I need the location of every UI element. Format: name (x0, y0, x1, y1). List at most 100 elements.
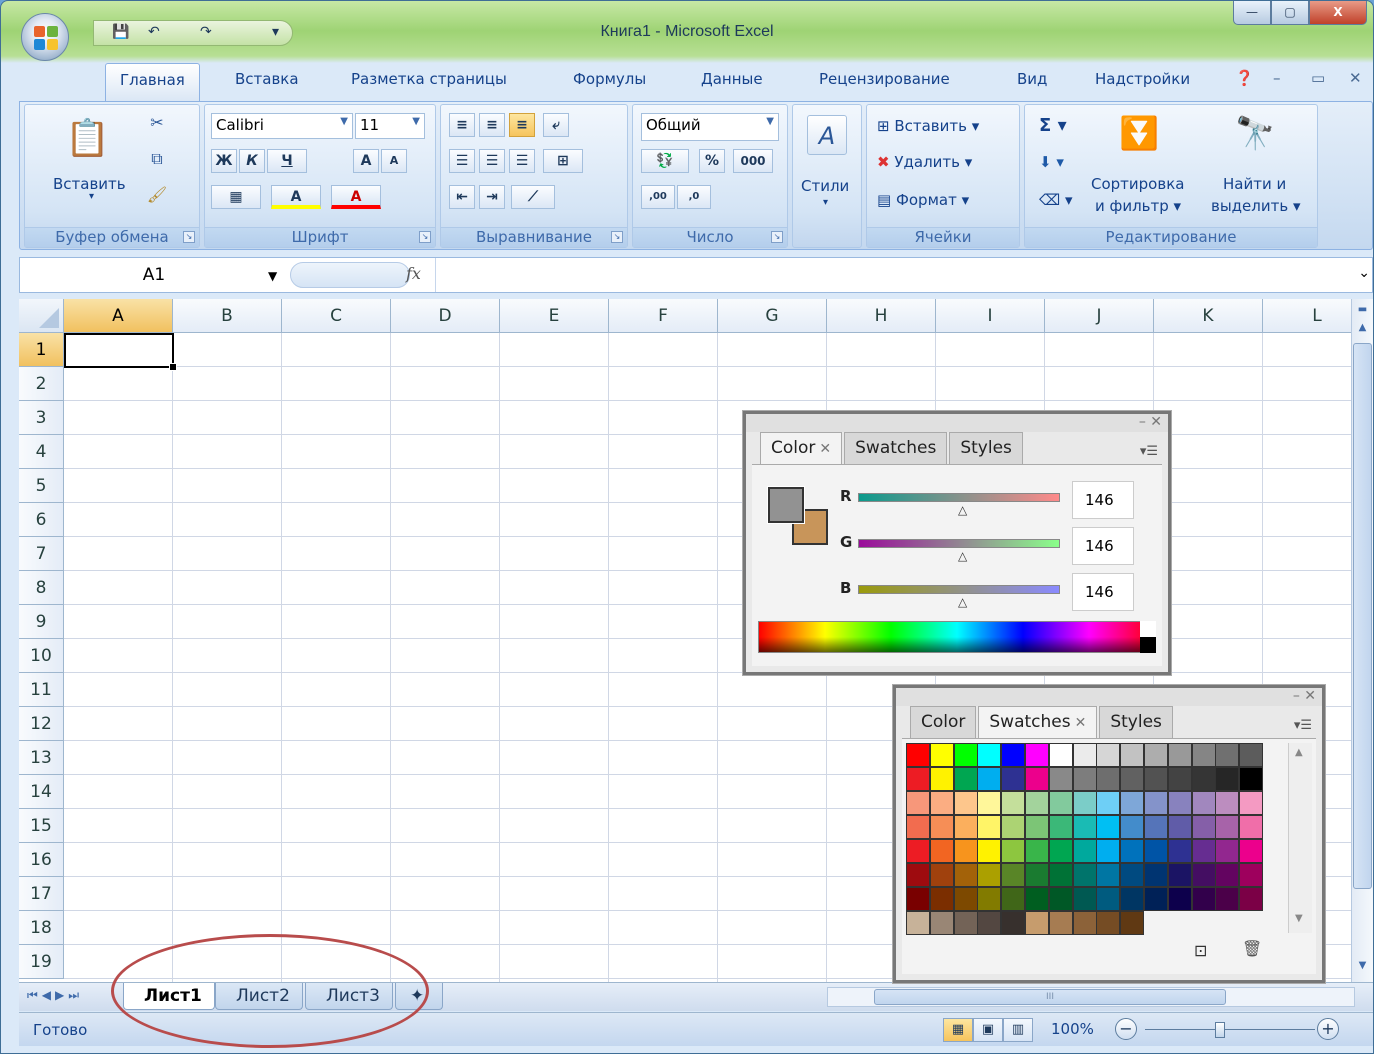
column-header-G[interactable]: G (718, 299, 827, 333)
color-swatch[interactable] (953, 911, 978, 935)
color-swatch[interactable] (1120, 767, 1145, 791)
color-swatch[interactable] (1239, 767, 1264, 791)
color-swatch[interactable] (953, 863, 978, 887)
blue-slider-thumb[interactable]: △ (958, 595, 972, 609)
fill-color-button[interactable]: A (271, 185, 321, 209)
insert-cells-button[interactable]: ⊞ Вставить ▾ (877, 117, 979, 135)
color-swatch[interactable] (1001, 887, 1026, 911)
format-painter-icon[interactable]: 🖌 (145, 183, 169, 207)
tab-data[interactable]: Данные (701, 70, 763, 88)
find-select-button[interactable]: Найти и (1223, 175, 1286, 193)
color-swatch[interactable] (1072, 911, 1097, 935)
green-slider[interactable] (858, 539, 1060, 548)
panel-header[interactable] (896, 688, 1322, 706)
vertical-scrollbar[interactable]: ▬ ▲ ▼ (1351, 299, 1373, 982)
color-swatch[interactable] (1048, 863, 1073, 887)
find-select-button-line2[interactable]: выделить ▾ (1211, 197, 1301, 215)
underline-button[interactable]: Ч (267, 149, 307, 173)
zoom-in-button[interactable]: + (1317, 1018, 1339, 1040)
color-swatch[interactable] (1048, 887, 1073, 911)
color-swatch[interactable] (1191, 839, 1216, 863)
tab-styles[interactable]: Styles (949, 432, 1023, 464)
color-swatch[interactable] (1025, 815, 1049, 839)
color-swatch[interactable] (1167, 911, 1192, 935)
color-swatch[interactable] (1048, 911, 1073, 935)
color-swatch[interactable] (1025, 839, 1049, 863)
color-swatch[interactable] (1096, 767, 1121, 791)
color-swatch[interactable] (1144, 839, 1168, 863)
color-swatch[interactable] (1167, 743, 1192, 767)
color-swatch[interactable] (977, 743, 1002, 767)
row-header-17[interactable]: 17 (19, 877, 64, 911)
dialog-launcher-icon[interactable]: ↘ (611, 231, 623, 243)
tab-insert[interactable]: Вставка (235, 70, 299, 88)
column-header-J[interactable]: J (1045, 299, 1154, 333)
color-swatch[interactable] (1191, 863, 1216, 887)
color-swatch[interactable] (929, 815, 954, 839)
green-value-field[interactable]: 146 (1072, 527, 1134, 565)
ribbon-restore-icon[interactable]: ▭ (1311, 69, 1325, 87)
color-swatch[interactable] (1048, 767, 1073, 791)
new-swatch-icon[interactable]: ⊡ (1194, 941, 1207, 960)
shrink-font-button[interactable]: A (381, 149, 407, 173)
percent-button[interactable]: % (699, 149, 725, 173)
color-swatch[interactable] (1048, 791, 1073, 815)
italic-button[interactable]: К (239, 149, 265, 173)
color-swatch[interactable] (1191, 791, 1216, 815)
sheet-nav-buttons[interactable]: ⏮◀▶⏭ (27, 988, 83, 1003)
color-swatch[interactable] (929, 839, 954, 863)
color-swatch[interactable] (977, 791, 1002, 815)
tab-styles[interactable]: Styles (1099, 706, 1173, 738)
color-swatch[interactable] (929, 743, 954, 767)
green-slider-thumb[interactable]: △ (958, 549, 972, 563)
scroll-down-icon[interactable]: ▼ (1353, 957, 1372, 975)
close-icon[interactable]: ✕ (1075, 715, 1087, 731)
tab-home[interactable]: Главная (105, 63, 200, 101)
horizontal-scrollbar[interactable]: III (827, 987, 1355, 1007)
color-swatch[interactable] (1144, 863, 1168, 887)
color-swatch[interactable] (1215, 743, 1240, 767)
color-swatch[interactable] (1048, 839, 1073, 863)
column-header-I[interactable]: I (936, 299, 1045, 333)
align-bottom-button[interactable]: ≡ (509, 113, 535, 137)
color-swatch[interactable] (977, 815, 1002, 839)
color-swatch[interactable] (929, 887, 954, 911)
column-header-H[interactable]: H (827, 299, 936, 333)
color-swatch[interactable] (1239, 743, 1264, 767)
color-swatch[interactable] (1025, 887, 1049, 911)
increase-decimal-button[interactable]: ,00 (641, 185, 675, 209)
column-header-K[interactable]: K (1154, 299, 1263, 333)
normal-view-button[interactable]: ▦ (943, 1018, 973, 1042)
column-header-B[interactable]: B (173, 299, 282, 333)
paste-dropdown-icon[interactable]: ▾ (89, 191, 94, 202)
align-right-button[interactable]: ☰ (509, 149, 535, 173)
column-header-L[interactable]: L (1263, 299, 1351, 333)
panel-menu-icon[interactable]: ▾☰ (1294, 718, 1312, 733)
row-header-11[interactable]: 11 (19, 673, 64, 707)
fill-button[interactable]: ⬇ ▾ (1039, 153, 1064, 171)
color-swatch[interactable] (1167, 791, 1192, 815)
color-swatch[interactable] (1144, 743, 1168, 767)
color-swatch[interactable] (1096, 839, 1121, 863)
align-left-button[interactable]: ☰ (449, 149, 475, 173)
align-top-button[interactable]: ≡ (449, 113, 475, 137)
cut-icon[interactable]: ✂ (145, 111, 169, 135)
color-swatch[interactable] (1001, 791, 1026, 815)
panel-controls[interactable]: – ✕ (1139, 414, 1162, 430)
color-swatch[interactable] (1025, 911, 1049, 935)
panel-header[interactable] (746, 414, 1168, 432)
color-swatch[interactable] (1215, 863, 1240, 887)
merge-center-button[interactable]: ⊞ (543, 149, 583, 173)
close-button[interactable]: X (1309, 1, 1367, 25)
row-header-8[interactable]: 8 (19, 571, 64, 605)
color-swatch[interactable] (1239, 911, 1264, 935)
color-swatch[interactable] (1239, 887, 1264, 911)
format-cells-button[interactable]: ▤ Формат ▾ (877, 191, 969, 209)
color-swatch[interactable] (1191, 767, 1216, 791)
styles-button[interactable]: Стили (801, 177, 849, 195)
binoculars-icon[interactable]: 🔭 (1233, 111, 1277, 155)
black-swatch[interactable] (1140, 637, 1156, 653)
grow-font-button[interactable]: A (353, 149, 379, 173)
ribbon-minimize-icon[interactable]: – (1273, 69, 1281, 87)
color-swatch[interactable] (1072, 743, 1097, 767)
